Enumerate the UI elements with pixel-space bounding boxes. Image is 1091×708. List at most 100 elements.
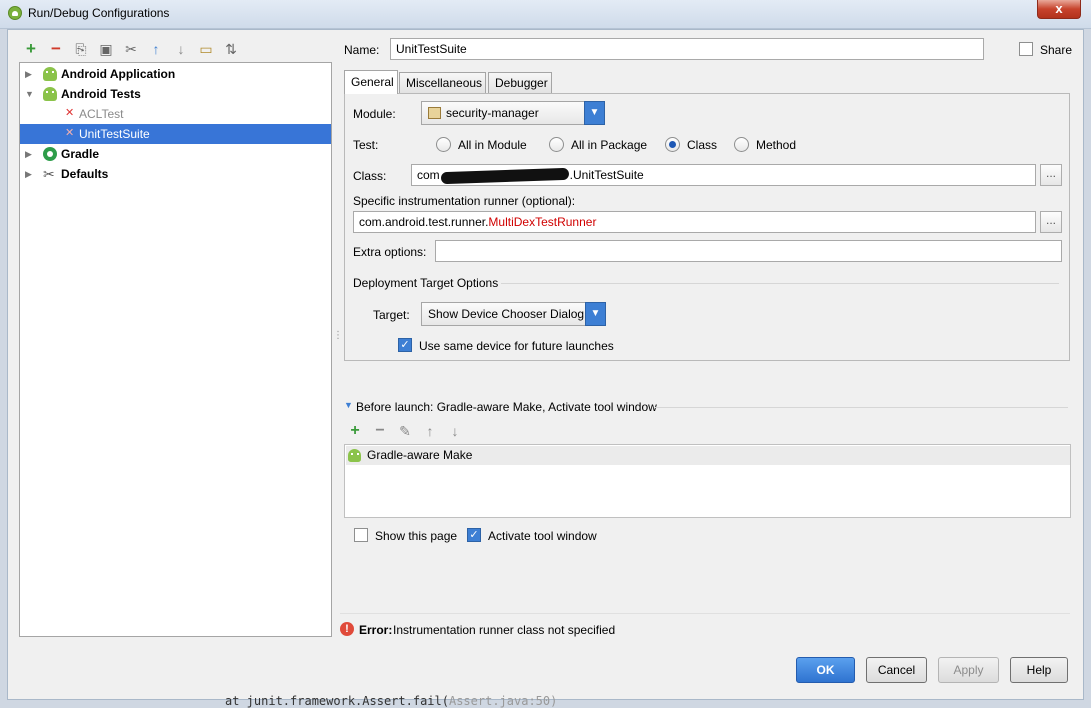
radio-class[interactable] [665,137,680,152]
name-label: Name: [344,43,380,57]
copy-icon[interactable]: ⎘ [73,41,89,57]
move-task-up-icon[interactable]: ↑ [423,424,437,438]
before-launch-list[interactable]: Gradle-aware Make [344,444,1071,518]
help-button[interactable]: Help [1010,657,1068,683]
radio-all-in-module[interactable] [436,137,451,152]
module-select[interactable]: security-manager ▼ [421,101,605,125]
wrench-icon: ✂ [43,166,55,182]
show-page-label: Show this page [375,529,458,543]
gradle-icon [43,147,57,161]
radio-method[interactable] [734,137,749,152]
tree-item-label: UnitTestSuite [79,127,150,141]
tree-item-gradle[interactable]: ▶ Gradle [20,144,331,164]
share-label: Share [1040,43,1073,57]
extra-options-field[interactable] [435,240,1062,262]
name-field[interactable]: UnitTestSuite [390,38,984,60]
error-message: Instrumentation runner class not specifi… [393,623,616,637]
runner-value-class: MultiDexTestRunner [488,215,597,229]
move-task-down-icon[interactable]: ↓ [448,424,462,438]
tree-item-acl-test[interactable]: ✕ ACLTest [20,104,331,124]
runner-browse-button[interactable]: ... [1040,211,1062,233]
background-editor-text: at junit.framework.Assert.fail(Assert.ja… [225,694,558,708]
error-label: Error: [359,623,393,637]
tree-item-label: ACLTest [79,107,124,121]
tab-miscellaneous[interactable]: Miscellaneous [399,72,486,93]
target-select[interactable]: Show Device Chooser Dialog ▼ [421,302,606,326]
sort-icon[interactable]: ⇅ [223,41,239,57]
show-page-checkbox[interactable] [354,528,368,542]
radio-class-label: Class [687,138,718,152]
expand-arrow-icon[interactable]: ▶ [25,64,32,84]
extra-options-label: Extra options: [353,245,427,259]
runner-value-package: com.android.test.runner. [359,215,489,229]
activate-tool-window-checkbox[interactable]: ✓ [467,528,481,542]
tree-item-unit-test-suite[interactable]: ✕ UnitTestSuite [20,124,331,144]
module-label: Module: [353,107,396,121]
target-select-value: Show Device Chooser Dialog [428,307,585,321]
tree-item-label: Android Application [61,67,176,81]
tree-item-label: Gradle [61,147,100,161]
failed-test-icon: ✕ [65,107,75,119]
before-launch-title: Before launch: Gradle-aware Make, Activa… [356,400,657,414]
collapse-section-icon[interactable]: ▼ [344,400,353,410]
activate-tool-window-label: Activate tool window [488,529,597,543]
target-label: Target: [373,308,410,322]
same-device-checkbox[interactable]: ✓ [398,338,412,352]
ok-button[interactable]: OK [796,657,855,683]
expand-arrow-icon[interactable]: ▶ [25,164,32,184]
radio-all-in-package[interactable] [549,137,564,152]
class-field[interactable]: com .UnitTestSuite [411,164,1036,186]
share-checkbox[interactable] [1019,42,1033,56]
chevron-down-icon[interactable]: ▼ [584,101,605,125]
splitter-handle[interactable]: ⋮ [333,330,343,344]
android-icon [43,87,57,101]
class-browse-button[interactable]: ... [1040,164,1062,186]
expand-arrow-icon[interactable]: ▶ [25,144,32,164]
deployment-section-title: Deployment Target Options [353,276,499,290]
add-task-icon[interactable]: + [348,423,362,439]
chevron-down-icon[interactable]: ▼ [585,302,606,326]
list-item[interactable]: Gradle-aware Make [346,446,1070,465]
runner-label: Specific instrumentation runner (optiona… [353,194,576,208]
edit-task-icon[interactable]: ✎ [398,424,412,438]
collapse-arrow-icon[interactable]: ▼ [25,84,34,104]
module-folder-icon [428,107,441,119]
tree-item-defaults[interactable]: ▶ ✂ Defaults [20,164,331,184]
android-icon [348,449,361,462]
android-icon [43,67,57,81]
tree-item-android-tests[interactable]: ▼ Android Tests [20,84,331,104]
same-device-label: Use same device for future launches [419,339,614,353]
window-title: Run/Debug Configurations [28,6,170,20]
cancel-button[interactable]: Cancel [866,657,927,683]
test-config-icon: ✕ [65,127,75,139]
edit-defaults-icon[interactable]: ✂ [123,41,139,57]
folder-icon[interactable]: ▭ [198,41,214,57]
configurations-tree[interactable]: ▶ Android Application ▼ Android Tests ✕ … [19,62,332,637]
android-studio-icon [8,6,22,20]
module-select-value: security-manager [446,106,539,120]
class-value-prefix: com [417,168,440,182]
tab-general[interactable]: General [344,70,398,94]
error-divider [340,613,1070,614]
tree-item-label: Defaults [61,167,109,181]
runner-field[interactable]: com.android.test.runner.MultiDexTestRunn… [353,211,1036,233]
class-label: Class: [353,169,387,183]
error-icon: ! [340,622,354,636]
apply-button[interactable]: Apply [938,657,999,683]
tab-debugger[interactable]: Debugger [488,72,552,93]
remove-icon[interactable]: − [48,40,64,57]
add-icon[interactable]: + [23,40,39,57]
class-value-suffix: .UnitTestSuite [569,168,644,182]
close-button[interactable]: x [1037,0,1081,19]
move-up-icon[interactable]: ↑ [148,41,164,57]
radio-all-in-package-label: All in Package [571,138,648,152]
test-label: Test: [353,138,379,152]
tree-item-android-application[interactable]: ▶ Android Application [20,64,331,84]
save-icon[interactable]: ▣ [98,41,114,57]
move-down-icon[interactable]: ↓ [173,41,189,57]
radio-method-label: Method [756,138,797,152]
section-divider [655,407,1068,408]
list-item-label: Gradle-aware Make [367,448,473,462]
remove-task-icon[interactable]: − [373,423,387,439]
section-divider [501,283,1059,284]
